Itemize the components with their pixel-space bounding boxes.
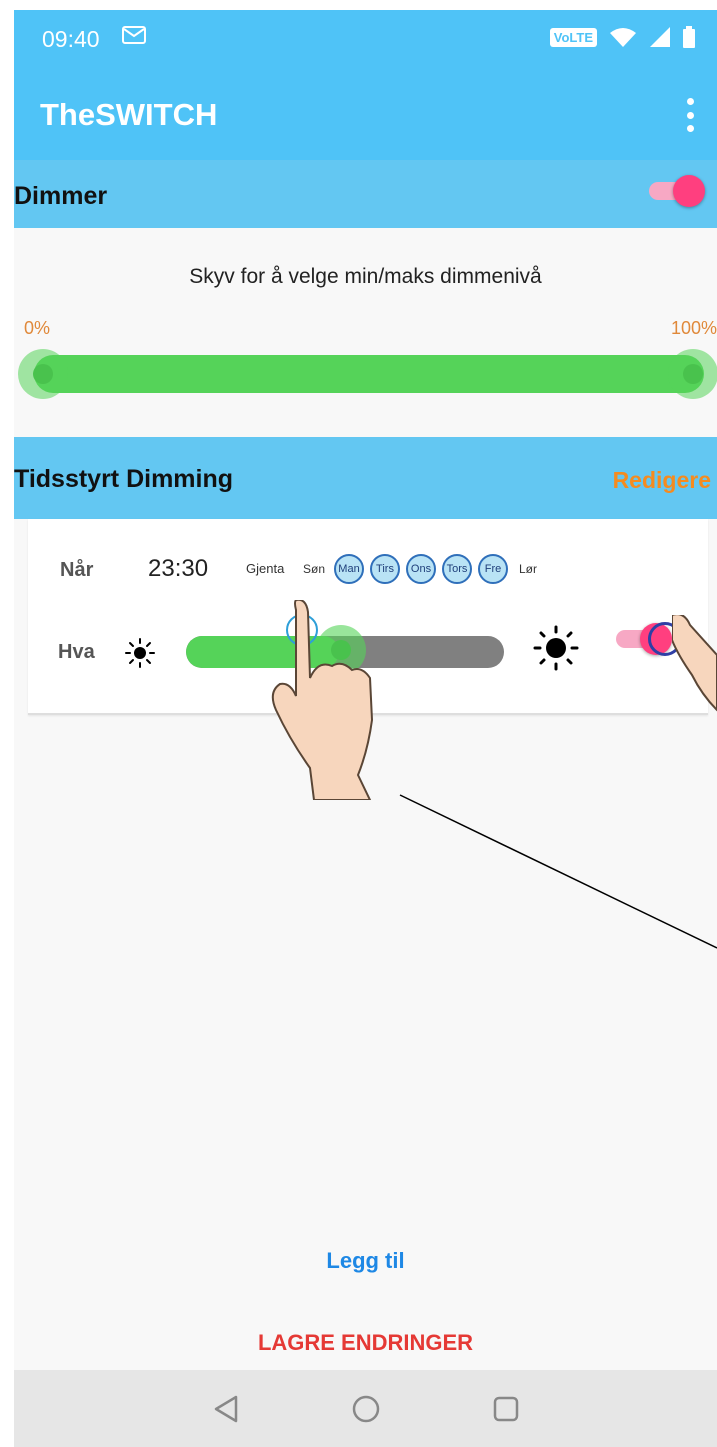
schedule-time[interactable]: 23:30 [148, 555, 208, 583]
day-wed[interactable]: Ons [406, 554, 436, 584]
range-max-label: 100% [670, 318, 717, 338]
app-title: TheSWITCH [40, 97, 218, 132]
timed-dimming-header: Tidsstyrt Dimming Redigere [14, 437, 717, 519]
sun-high-icon [533, 625, 579, 671]
add-button[interactable]: Legg til [14, 1248, 717, 1274]
mail-notification-icon [122, 26, 146, 44]
wifi-icon [610, 28, 636, 47]
dimmer-range-slider[interactable] [34, 355, 704, 393]
what-label: Hva [58, 641, 95, 663]
dimmer-toggle[interactable] [649, 175, 705, 207]
dimmer-hint: Skyv for å velge min/maks dimmenivå [189, 265, 542, 288]
when-label: Når [60, 559, 94, 581]
recents-icon[interactable] [486, 1389, 526, 1429]
home-icon[interactable] [346, 1389, 386, 1429]
back-icon[interactable] [206, 1389, 246, 1429]
save-changes-button[interactable]: LAGRE ENDRINGER [14, 1330, 717, 1356]
weekday-selector: Søn Man Tirs Ons Tors Fre Lør [300, 554, 542, 584]
app-bar: TheSWITCH [14, 72, 717, 160]
edit-button[interactable]: Redigere [613, 467, 711, 494]
system-nav-bar [14, 1370, 717, 1447]
day-tue[interactable]: Tirs [370, 554, 400, 584]
tutorial-hand-icon [672, 615, 717, 712]
sun-low-icon [125, 638, 155, 668]
battery-icon [683, 26, 695, 48]
day-sat[interactable]: Lør [514, 555, 542, 583]
day-mon[interactable]: Man [334, 554, 364, 584]
dimmer-title: Dimmer [14, 182, 108, 210]
signal-icon [650, 27, 670, 47]
repeat-label: Gjenta [246, 561, 285, 576]
status-bar: 09:40 VoLTE [14, 10, 717, 72]
volte-badge: VoLTE [549, 27, 597, 47]
dimmer-toggle-knob [673, 175, 705, 207]
status-time: 09:40 [42, 26, 100, 52]
timed-dimming-title: Tidsstyrt Dimming [14, 465, 234, 493]
day-sun[interactable]: Søn [300, 555, 328, 583]
range-min-handle[interactable] [18, 349, 68, 399]
dimmer-section-header: Dimmer [14, 160, 717, 228]
tutorial-hand-icon [271, 600, 374, 800]
overflow-menu-icon[interactable] [685, 98, 695, 132]
range-min-label: 0% [24, 318, 51, 338]
day-fri[interactable]: Fre [478, 554, 508, 584]
day-thu[interactable]: Tors [442, 554, 472, 584]
status-icons: VoLTE [549, 26, 695, 48]
range-max-handle[interactable] [668, 349, 717, 399]
